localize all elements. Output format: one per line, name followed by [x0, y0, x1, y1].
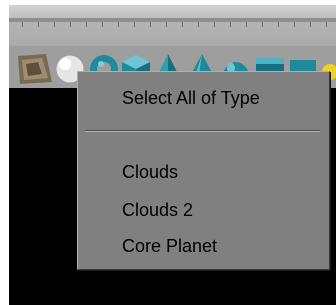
- context-menu: Select All of Type Clouds Clouds 2 Core …: [77, 71, 330, 270]
- menu-item-clouds[interactable]: Clouds: [122, 162, 178, 182]
- ruler-tick: [198, 22, 199, 27]
- terrain-icon[interactable]: [16, 52, 54, 86]
- ruler-band: [9, 18, 336, 22]
- ruler-tick: [326, 22, 327, 27]
- ruler-tick: [262, 22, 263, 27]
- ruler-tick: [38, 22, 39, 27]
- ruler-tick: [230, 22, 231, 27]
- menu-separator: [85, 130, 320, 132]
- ruler-tick: [118, 22, 119, 27]
- ruler-tick: [246, 22, 247, 27]
- ruler-tick: [310, 22, 311, 27]
- ruler-tick: [150, 22, 151, 27]
- ruler-tick: [22, 22, 23, 27]
- menu-item-select-all-of-type[interactable]: Select All of Type: [122, 88, 260, 108]
- ruler-tick: [294, 22, 295, 27]
- ruler-tick: [102, 22, 103, 27]
- ruler-tick: [214, 22, 215, 27]
- menu-item-clouds-2[interactable]: Clouds 2: [122, 200, 193, 220]
- ruler-tick: [182, 22, 183, 27]
- ruler-tick: [278, 22, 279, 27]
- ruler-tick: [86, 22, 87, 27]
- screenshot-frame: Select All of Type Clouds Clouds 2 Core …: [0, 0, 336, 305]
- ruler-tick: [54, 22, 55, 27]
- ruler-tick: [70, 22, 71, 27]
- ruler-bar: [9, 5, 336, 50]
- ruler-tick: [134, 22, 135, 27]
- ruler-tick: [166, 22, 167, 27]
- menu-item-core-planet[interactable]: Core Planet: [122, 236, 217, 256]
